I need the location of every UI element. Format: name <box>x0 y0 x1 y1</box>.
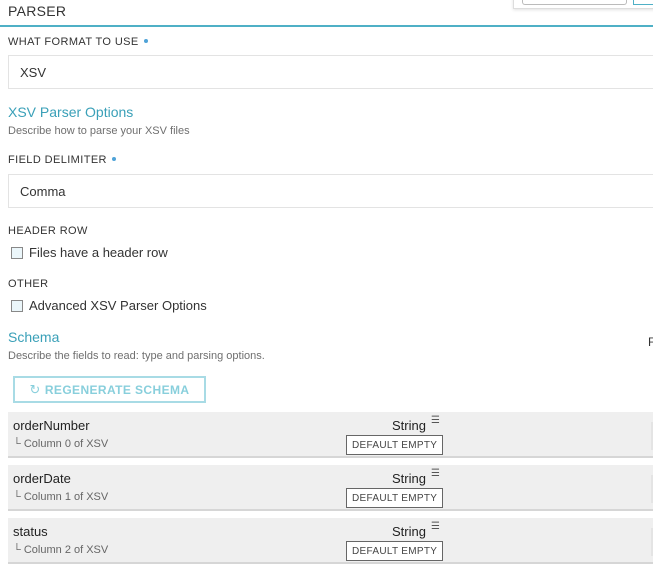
delimiter-label: FIELD DELIMITER <box>8 154 116 166</box>
field-name: status <box>13 524 48 539</box>
refresh-icon: ↻ <box>29 381 41 397</box>
default-empty-badge[interactable]: DEFAULT EMPTY <box>346 435 444 455</box>
header-row-checkbox-label: Files have a header row <box>29 245 168 260</box>
field-source: └ Column 1 of XSV <box>13 491 108 503</box>
regenerate-schema-button[interactable]: ↻ REGENERATE SCHEMA <box>13 376 206 403</box>
regenerate-schema-label: REGENERATE SCHEMA <box>44 382 190 397</box>
advanced-checkbox[interactable] <box>11 299 23 312</box>
popover-input-fragment <box>522 0 627 5</box>
schema-row[interactable]: status └ Column 2 of XSV String ☰ DEFAUL… <box>8 518 653 564</box>
type-icon[interactable]: ☰ <box>431 415 440 426</box>
other-label: OTHER <box>8 278 49 290</box>
delimiter-select[interactable]: Comma <box>8 174 653 208</box>
field-name: orderNumber <box>13 418 90 433</box>
field-type: String <box>392 524 426 539</box>
schema-description: Describe the fields to read: type and pa… <box>8 350 265 362</box>
default-empty-badge[interactable]: DEFAULT EMPTY <box>346 541 444 561</box>
field-source-text: Column 1 of XSV <box>23 491 109 503</box>
schema-row[interactable]: orderDate └ Column 1 of XSV String ☰ DEF… <box>8 465 653 511</box>
default-empty-badge[interactable]: DEFAULT EMPTY <box>346 488 444 508</box>
format-select[interactable]: XSV <box>8 55 653 89</box>
advanced-option[interactable]: Advanced XSV Parser Options <box>11 298 207 313</box>
section-divider <box>0 25 653 27</box>
delimiter-select-value: Comma <box>20 183 66 199</box>
xsv-options-heading: XSV Parser Options <box>8 104 134 120</box>
schema-row[interactable]: orderNumber └ Column 0 of XSV String ☰ D… <box>8 412 653 458</box>
delimiter-label-text: FIELD DELIMITER <box>8 154 107 166</box>
header-row-checkbox[interactable] <box>11 246 23 259</box>
schema-heading: Schema <box>8 329 60 345</box>
tree-branch-icon: └ <box>13 544 24 556</box>
format-label: WHAT FORMAT TO USE <box>8 36 148 48</box>
section-title: PARSER <box>8 3 67 19</box>
required-indicator <box>111 157 116 161</box>
truncated-label: F <box>648 335 653 349</box>
field-type: String <box>392 471 426 486</box>
type-icon[interactable]: ☰ <box>431 468 440 479</box>
popover-button-fragment <box>633 0 653 5</box>
tree-branch-icon: └ <box>13 438 24 450</box>
popover-fragment <box>513 0 653 9</box>
field-source: └ Column 0 of XSV <box>13 438 108 450</box>
field-source: └ Column 2 of XSV <box>13 544 108 556</box>
required-indicator <box>143 39 148 43</box>
header-row-option[interactable]: Files have a header row <box>11 245 168 260</box>
format-label-text: WHAT FORMAT TO USE <box>8 36 139 48</box>
field-source-text: Column 2 of XSV <box>23 544 109 556</box>
type-icon[interactable]: ☰ <box>431 521 440 532</box>
tree-branch-icon: └ <box>13 491 24 503</box>
format-select-value: XSV <box>20 64 47 80</box>
advanced-checkbox-label: Advanced XSV Parser Options <box>29 298 207 313</box>
field-source-text: Column 0 of XSV <box>23 438 109 450</box>
field-type: String <box>392 418 426 433</box>
header-row-label: HEADER ROW <box>8 225 88 237</box>
xsv-options-description: Describe how to parse your XSV files <box>8 125 190 137</box>
field-name: orderDate <box>13 471 71 486</box>
